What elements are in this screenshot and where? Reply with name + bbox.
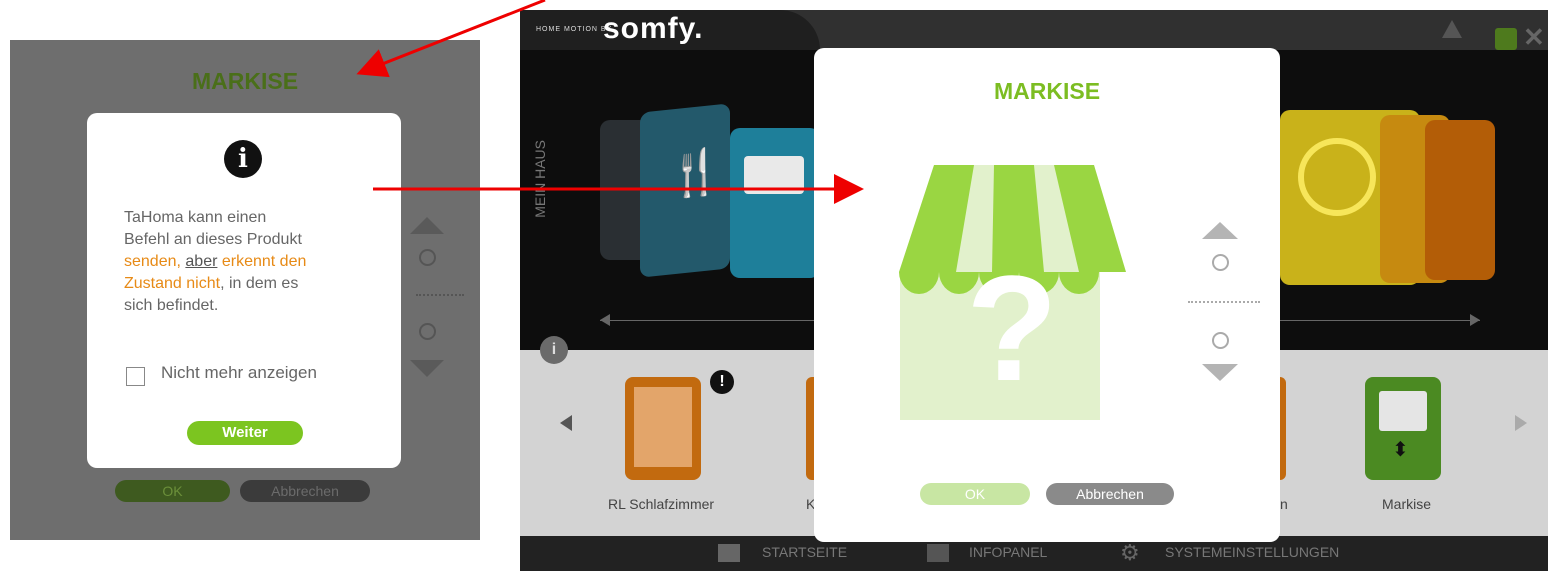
annotation-arrow — [356, 0, 546, 78]
annotation-arrows — [356, 0, 864, 204]
